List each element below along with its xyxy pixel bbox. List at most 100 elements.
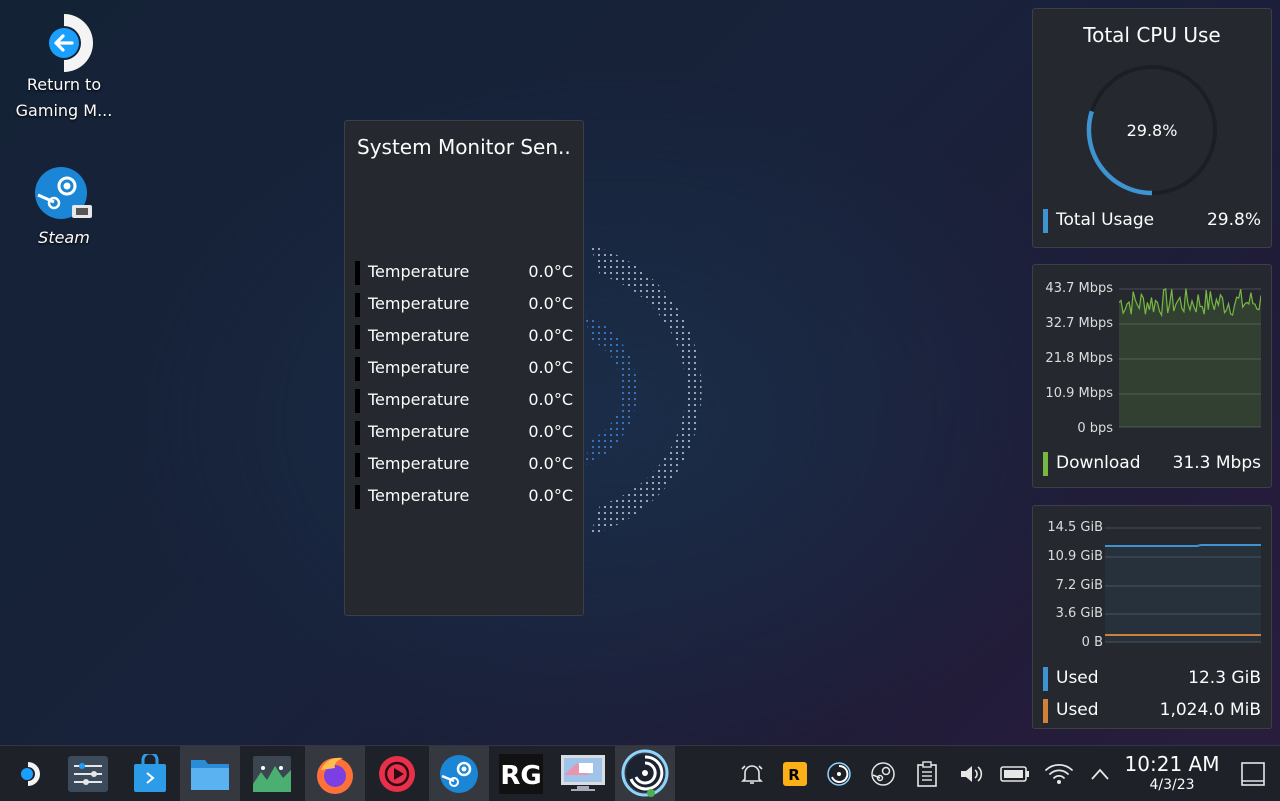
taskbar-screenshot-app[interactable] xyxy=(553,746,613,801)
sensor-value: 0.0°C xyxy=(528,358,573,377)
tray-expand[interactable] xyxy=(1080,746,1120,801)
show-desktop-icon xyxy=(1241,761,1265,786)
taskbar-rg-app[interactable]: RG xyxy=(491,746,551,801)
legend-value: 1,024.0 MiB xyxy=(1159,700,1261,720)
taskbar-discover[interactable] xyxy=(120,746,180,801)
taskbar-steam[interactable] xyxy=(429,746,489,801)
sensor-label: Temperature xyxy=(368,262,470,281)
legend-swatch xyxy=(1043,699,1048,723)
sensor-row: Temperature 0.0°C xyxy=(355,356,573,382)
steam-icon xyxy=(35,167,92,219)
tray-notifications[interactable] xyxy=(732,746,772,801)
taskbar-settings[interactable] xyxy=(58,746,118,801)
widget-title: Total CPU Use xyxy=(1083,23,1221,47)
legend-label: Download xyxy=(1056,453,1141,473)
legend-label: Total Usage xyxy=(1056,210,1155,230)
sensor-label: Temperature xyxy=(368,294,470,313)
clock-date: 4/3/23 xyxy=(1149,777,1195,793)
sensor-label: Temperature xyxy=(368,422,470,441)
network-legend: Download 31.3 Mbps xyxy=(1043,451,1261,477)
tray-wifi[interactable] xyxy=(1039,746,1079,801)
legend-value: 29.8% xyxy=(1206,210,1261,230)
memory-widget[interactable]: 14.5 GiB 10.9 GiB 7.2 GiB 3.6 GiB 0 B Us… xyxy=(1032,505,1272,729)
cpu-widget[interactable]: Total CPU Use 29.8% Total Usage 29.8% xyxy=(1032,8,1272,248)
tray-volume[interactable] xyxy=(951,746,991,801)
shortcut-label: Return to xyxy=(26,75,102,94)
axis-tick: 10.9 Mbps xyxy=(1045,386,1113,401)
memory-legend: Used 1,024.0 MiB xyxy=(1043,698,1261,724)
return-to-gaming-mode-shortcut[interactable]: Return to Gaming M... xyxy=(9,14,119,124)
legend-value: 12.3 GiB xyxy=(1188,668,1261,688)
legend-swatch xyxy=(1043,667,1048,691)
sensor-value: 0.0°C xyxy=(528,390,573,409)
sensor-row: Temperature 0.0°C xyxy=(355,260,573,286)
return-arrow-icon xyxy=(49,14,93,72)
tray-battery[interactable] xyxy=(995,746,1035,801)
launcher-icon xyxy=(21,761,40,786)
axis-tick: 21.8 Mbps xyxy=(1045,351,1113,366)
discover-store-icon xyxy=(134,753,166,792)
system-monitor-icon xyxy=(253,755,291,792)
taskbar-system-monitor[interactable] xyxy=(242,746,302,801)
screenshot-app-icon xyxy=(561,754,605,791)
tray-ubisoft[interactable] xyxy=(819,746,859,801)
axis-tick: 32.7 Mbps xyxy=(1045,316,1113,331)
sensor-label: Temperature xyxy=(368,454,470,473)
show-desktop-button[interactable] xyxy=(1233,746,1273,801)
settings-icon xyxy=(68,755,108,792)
steam-tray-icon xyxy=(871,761,895,786)
sensor-label: Temperature xyxy=(368,326,470,345)
sensor-value: 0.0°C xyxy=(528,422,573,441)
taskbar-media-player[interactable] xyxy=(367,746,427,801)
sensor-row: Temperature 0.0°C xyxy=(355,452,573,478)
ubisoft-icon xyxy=(621,749,669,797)
cpu-legend: Total Usage 29.8% xyxy=(1043,208,1261,234)
legend-value: 31.3 Mbps xyxy=(1172,453,1261,473)
tray-steam[interactable] xyxy=(863,746,903,801)
svg-text:R: R xyxy=(788,766,800,784)
sensor-value: 0.0°C xyxy=(528,486,573,505)
ubisoft-tray-icon xyxy=(827,761,851,786)
taskbar-firefox[interactable] xyxy=(305,746,365,801)
volume-icon xyxy=(961,765,983,782)
taskbar: RG R 10:21 AM 4/3/23 xyxy=(0,745,1280,801)
clipboard-icon xyxy=(917,760,937,787)
network-widget[interactable]: 43.7 Mbps 32.7 Mbps 21.8 Mbps 10.9 Mbps … xyxy=(1032,264,1272,488)
tray-rockstar[interactable]: R xyxy=(775,746,815,801)
legend-swatch xyxy=(1043,209,1048,233)
sensor-row: Temperature 0.0°C xyxy=(355,484,573,510)
shortcut-label: Steam xyxy=(38,228,90,247)
wifi-icon xyxy=(1045,763,1073,784)
axis-tick: 10.9 GiB xyxy=(1047,549,1103,564)
sensor-label: Temperature xyxy=(368,358,470,377)
memory-graph xyxy=(1105,527,1261,643)
sensors-widget[interactable]: System Monitor Sen... Temperature 0.0°C T… xyxy=(344,120,584,616)
application-launcher[interactable] xyxy=(8,746,48,801)
notifications-icon xyxy=(741,764,763,784)
rg-app-icon: RG xyxy=(499,753,543,794)
sensor-value: 0.0°C xyxy=(528,262,573,281)
memory-legend: Used 12.3 GiB xyxy=(1043,666,1261,692)
sensor-value: 0.0°C xyxy=(528,294,573,313)
axis-tick: 3.6 GiB xyxy=(1055,606,1103,621)
sensor-value: 0.0°C xyxy=(528,326,573,345)
firefox-icon xyxy=(317,757,353,794)
axis-tick: 0 B xyxy=(1081,635,1103,650)
battery-icon xyxy=(1000,765,1029,782)
steam-icon xyxy=(440,754,478,793)
cpu-gauge-value: 29.8% xyxy=(1126,121,1178,140)
tray-clipboard[interactable] xyxy=(907,746,947,801)
legend-label: Used xyxy=(1056,700,1099,720)
legend-label: Used xyxy=(1056,668,1099,688)
axis-tick: 7.2 GiB xyxy=(1055,578,1103,593)
expand-tray-icon xyxy=(1091,768,1109,780)
axis-tick: 43.7 Mbps xyxy=(1045,281,1113,296)
rg-logo-text: RG xyxy=(500,761,541,791)
taskbar-file-manager[interactable] xyxy=(180,746,240,801)
taskbar-ubisoft[interactable] xyxy=(615,746,675,801)
wallpaper-swirl xyxy=(585,245,702,535)
sensor-value: 0.0°C xyxy=(528,454,573,473)
sensor-label: Temperature xyxy=(368,486,470,505)
digital-clock[interactable]: 10:21 AM 4/3/23 xyxy=(1120,752,1224,794)
steam-shortcut[interactable]: Steam xyxy=(9,165,119,251)
